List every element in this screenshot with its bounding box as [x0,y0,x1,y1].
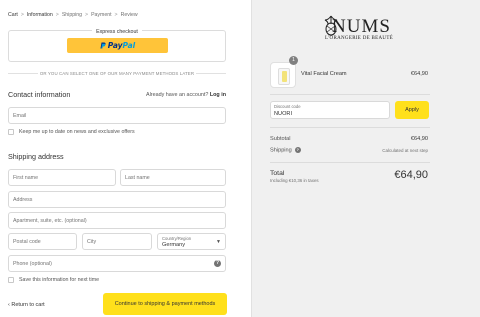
order-summary-panel: NUMS L'ORANGERIE DE BEAUTÉ 1 Vital Facia… [251,0,480,317]
paypal-button[interactable]: Pay Pal [67,38,168,53]
breadcrumb-separator: > [20,12,24,18]
first-name-placeholder: First name [13,175,39,181]
breadcrumb-information: Information [26,12,53,18]
paypal-logo-pay: Pay [107,41,123,50]
total-value: €64,90 [394,169,428,181]
discount-code-field[interactable]: Discount code NUORI [270,101,390,119]
shipping-label-row: Shipping? [270,147,301,153]
breadcrumb-cart[interactable]: Cart [8,12,18,18]
first-name-field[interactable]: First name [8,169,116,186]
country-select[interactable]: Country/Region Germany ▼ [157,233,226,250]
breadcrumb-separator: > [114,12,118,18]
express-checkout-box: Express checkout Pay Pal [8,29,226,62]
postal-code-field[interactable]: Postal code [8,233,77,250]
subtotal-label: Subtotal [270,136,291,142]
breadcrumb-separator: > [55,12,59,18]
discount-code-label: Discount code [274,104,301,109]
save-info-label: Save this information for next time [19,277,100,283]
brand-logo: NUMS L'ORANGERIE DE BEAUTÉ [306,10,426,44]
return-to-cart-link[interactable]: ‹ Return to cart [8,302,45,308]
continue-button[interactable]: Continue to shipping & payment methods [103,293,227,315]
address-placeholder: Address [13,197,33,203]
email-placeholder: Email [13,113,27,119]
city-field[interactable]: City [82,233,152,250]
summary-divider [270,162,430,163]
newsletter-label: Keep me up to date on news and exclusive… [19,129,135,135]
return-to-cart-label: Return to cart [11,302,45,308]
summary-divider [270,127,430,128]
newsletter-checkbox[interactable] [8,129,14,135]
last-name-placeholder: Last name [125,175,150,181]
newsletter-checkbox-row[interactable]: Keep me up to date on news and exclusive… [8,129,135,135]
save-info-checkbox[interactable] [8,277,14,283]
account-prompt: Already have an account? [145,92,209,98]
paypal-icon [100,42,106,49]
breadcrumb-separator: > [85,12,89,18]
subtotal-value: €64,90 [410,136,428,142]
brand-name: NUMS [332,16,391,37]
breadcrumb-payment: Payment [91,12,112,18]
payment-divider-text: OR YOU CAN SELECT ONE OF OUR MANY PAYMEN… [8,71,226,76]
contact-section-title: Contact information [8,90,71,99]
shipping-value: Calculated at next step [382,148,428,153]
login-hint: Already have an account? Log in [146,92,226,98]
product-name: Vital Facial Cream [301,71,347,77]
help-icon[interactable]: ? [294,147,301,153]
city-placeholder: City [87,239,97,245]
breadcrumb-shipping: Shipping [61,12,83,18]
phone-field[interactable]: Phone (optional) ? [8,255,226,272]
apply-discount-button[interactable]: Apply [395,101,429,119]
total-label: Total [270,170,285,177]
country-value: Germany [162,242,186,248]
apartment-placeholder: Apartment, suite, etc. (optional) [13,218,87,224]
chevron-left-icon: ‹ [8,302,10,308]
shipping-label: Shipping [270,147,292,154]
save-info-checkbox-row[interactable]: Save this information for next time [8,277,99,283]
product-price: €64,90 [410,71,428,77]
breadcrumb: Cart > Information > Shipping > Payment > Review [8,12,138,18]
cream-jar-icon [278,68,290,85]
paypal-logo-pal: Pal [122,41,136,50]
phone-placeholder: Phone (optional) [13,261,52,267]
discount-code-value: NUORI [274,111,293,117]
login-link[interactable]: Log in [210,92,226,98]
quantity-badge: 1 [289,56,298,65]
chevron-down-icon: ▼ [216,239,221,245]
total-taxes: Including €10,36 in taxes [270,178,319,183]
country-label: Country/Region [162,236,192,241]
summary-divider [270,94,430,95]
breadcrumb-review: Review [120,12,138,18]
apartment-field[interactable]: Apartment, suite, etc. (optional) [8,212,226,229]
product-thumbnail [270,62,296,88]
address-field[interactable]: Address [8,191,226,208]
express-checkout-title: Express checkout [92,29,142,35]
checkout-main-panel: Cart > Information > Shipping > Payment > Review… [0,0,251,317]
help-icon[interactable]: ? [214,260,221,267]
shipping-section-title: Shipping address [8,152,64,161]
brand-tagline: L'ORANGERIE DE BEAUTÉ [325,36,394,41]
email-field[interactable]: Email [8,107,226,124]
last-name-field[interactable]: Last name [120,169,226,186]
postal-code-placeholder: Postal code [13,239,41,245]
